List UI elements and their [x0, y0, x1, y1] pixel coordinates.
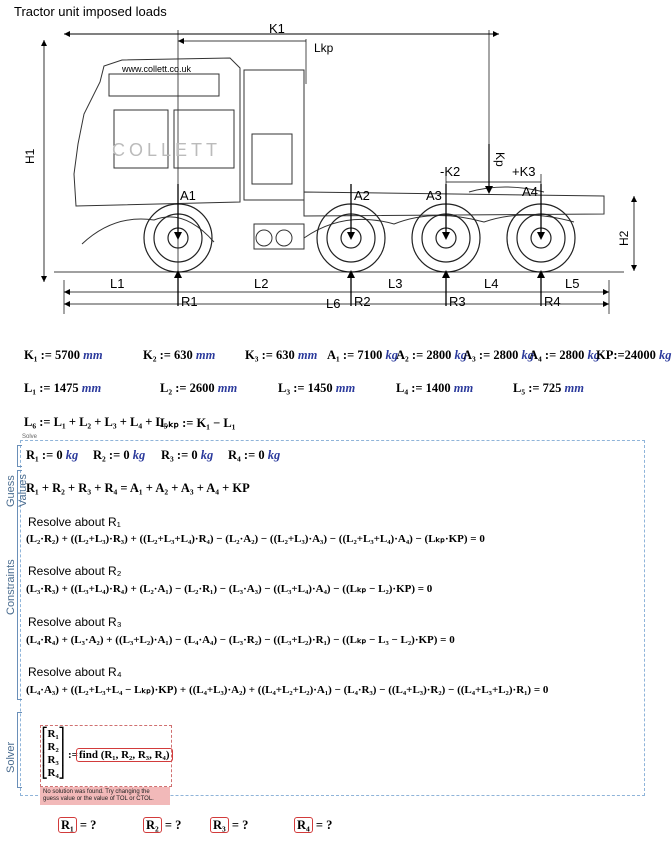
- watermark: COLLETT: [112, 140, 221, 160]
- def-l3[interactable]: L₃ := 1450 mm: [278, 381, 355, 396]
- def-kp[interactable]: KP:=24000 kg: [596, 348, 672, 363]
- worksheet-title: Tractor unit imposed loads: [14, 4, 167, 19]
- constraints-label: Constraints: [5, 559, 17, 615]
- def-a2[interactable]: A₂ := 2800 kg: [396, 348, 467, 363]
- label-a3: A3: [426, 188, 442, 203]
- label-l2: L2: [254, 276, 268, 291]
- resolve-eq-r3[interactable]: (L₄·R₄) + (L₃·A₂) + ((L₃+L₂)·A₁) − (L₄·A…: [26, 633, 455, 646]
- guess-bracket: [17, 445, 22, 467]
- def-a3[interactable]: A₃ := 2800 kg: [463, 348, 534, 363]
- result-r4[interactable]: R₄ = ?: [294, 817, 332, 833]
- result-r2[interactable]: R₂ = ?: [143, 817, 181, 833]
- def-k1[interactable]: K₁ := 5700 mm: [24, 348, 103, 363]
- website-text: www.collett.co.uk: [121, 64, 192, 74]
- def-l5[interactable]: L₅ := 725 mm: [513, 381, 584, 396]
- label-r2: R2: [354, 294, 371, 309]
- resolve-heading-r4: Resolve about R₄: [28, 665, 122, 679]
- label-a2: A2: [354, 188, 370, 203]
- solver-result-vector: ⎡R₁⎤ ⎢R₂⎥ ⎢R₃⎥ ⎣R₄⎦: [42, 728, 65, 779]
- def-k3[interactable]: K₃ := 630 mm: [245, 348, 317, 363]
- find-function[interactable]: find (R₁, R₂, R₃, R₄): [76, 748, 173, 762]
- solver-bracket: [17, 712, 22, 788]
- label-l6: L6: [326, 296, 340, 311]
- label-a4: A4: [522, 184, 538, 199]
- guess-r4[interactable]: R₄ := 0 kg: [228, 448, 280, 463]
- label-k2: -K2: [440, 164, 460, 179]
- def-k2[interactable]: K₂ := 630 mm: [143, 348, 215, 363]
- tractor-diagram: K1 Lkp H1 H2 www.collett.co.uk COLLETT K…: [14, 24, 646, 322]
- def-lkp[interactable]: Lₖₚ := K₁ − L₁: [160, 415, 235, 431]
- result-r1[interactable]: R₁ = ?: [58, 817, 96, 833]
- label-h1: H1: [23, 148, 37, 164]
- resolve-eq-r4[interactable]: (L₄·A₃) + ((L₂+L₃+L₄ − Lₖₚ)·KP) + ((L₄+L…: [26, 683, 548, 696]
- def-a4[interactable]: A₄ := 2800 kg: [529, 348, 600, 363]
- def-l4[interactable]: L₄ := 1400 mm: [396, 381, 473, 396]
- result-r3[interactable]: R₃ = ?: [210, 817, 248, 833]
- label-l3: L3: [388, 276, 402, 291]
- resolve-heading-r1: Resolve about R₁: [28, 515, 121, 529]
- resolve-eq-r2[interactable]: (L₃·R₃) + ((L₃+L₄)·R₄) + (L₂·A₁) − (L₂·R…: [26, 582, 432, 595]
- solver-label: Solver: [5, 741, 17, 773]
- label-kp: Kp: [493, 152, 507, 167]
- def-l2[interactable]: L₂ := 2600 mm: [160, 381, 237, 396]
- label-l5: L5: [565, 276, 579, 291]
- label-l1: L1: [110, 276, 124, 291]
- def-a1[interactable]: A₁ := 7100 kg: [327, 348, 398, 363]
- solver-error-message: No solution was found. Try changing the …: [40, 787, 170, 805]
- guess-r1[interactable]: R₁ := 0 kg: [26, 448, 78, 463]
- guess-r2[interactable]: R₂ := 0 kg: [93, 448, 145, 463]
- constraints-bracket: [17, 470, 22, 700]
- def-l6[interactable]: L₆ := L₁ + L₂ + L₃ + L₄ + L₅: [24, 415, 168, 430]
- resolve-eq-r1[interactable]: (L₂·R₂) + ((L₂+L₃)·R₃) + ((L₂+L₃+L₄)·R₄)…: [26, 532, 485, 545]
- resolve-heading-r2: Resolve about R₂: [28, 564, 122, 578]
- label-lkp: Lkp: [314, 41, 334, 55]
- sum-equation[interactable]: R₁ + R₂ + R₃ + R₄ = A₁ + A₂ + A₃ + A₄ + …: [26, 481, 250, 496]
- guess-r3[interactable]: R₃ := 0 kg: [161, 448, 213, 463]
- resolve-heading-r3: Resolve about R₃: [28, 615, 122, 629]
- label-k1: K1: [269, 24, 285, 36]
- label-k3: +K3: [512, 164, 536, 179]
- label-h2: H2: [617, 230, 631, 246]
- label-r1: R1: [181, 294, 198, 309]
- label-a1: A1: [180, 188, 196, 203]
- label-l4: L4: [484, 276, 498, 291]
- label-r3: R3: [449, 294, 466, 309]
- label-r4: R4: [544, 294, 561, 309]
- def-l1[interactable]: L₁ := 1475 mm: [24, 381, 101, 396]
